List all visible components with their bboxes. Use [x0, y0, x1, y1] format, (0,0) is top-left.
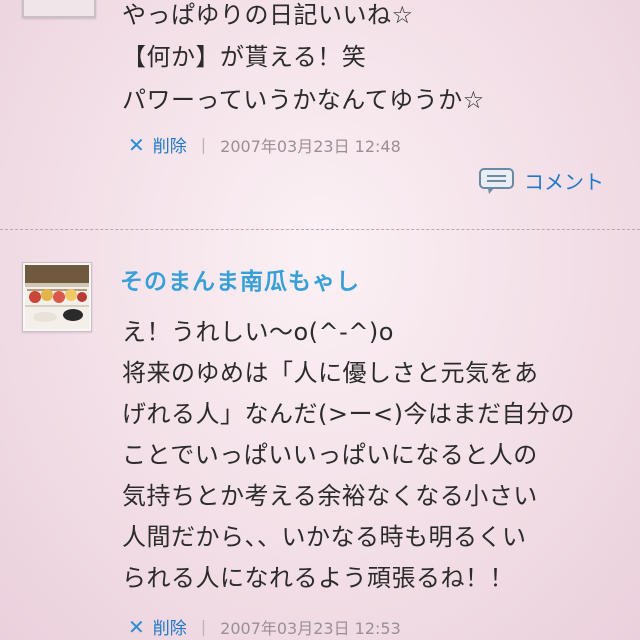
separator: | [200, 135, 207, 154]
avatar[interactable] [22, 262, 92, 332]
comment-1-meta: ✕ 削除 | 2007年03月23日 12:48 [128, 132, 401, 158]
previous-commenter-avatar[interactable] [22, 0, 96, 18]
comment-2-line: ことでいっぱいいっぱいになると人の [122, 441, 538, 469]
comment-date: 2007年03月23日 12:53 [220, 618, 401, 638]
comment-2-line: 気持ちとか考える余裕なくなる小さい [122, 482, 538, 510]
comment-2-line: られる人になれるよう頑張るね！！ [122, 564, 514, 592]
comment-1-line: やっぱゆりの日記いいね☆ [122, 1, 414, 29]
comment-1-line: パワーっていうかなんてゆうか☆ [122, 86, 485, 114]
comment-button[interactable]: コメント [478, 166, 604, 195]
delete-link[interactable]: 削除 [153, 132, 187, 157]
comment-1-line: 【何か】が貰える！笑 [122, 43, 367, 71]
commenter-username[interactable]: そのまんま南瓜もゃし [120, 262, 360, 296]
comment-divider [0, 229, 640, 230]
comment-2-line: 将来のゆめは「人に優しさと元気をあ [122, 359, 539, 387]
delete-x-icon[interactable]: ✕ [128, 617, 145, 637]
comment-button-label[interactable]: コメント [524, 166, 604, 195]
delete-x-icon[interactable]: ✕ [128, 135, 145, 155]
comment-2-line: げれる人」なんだ(>ー<)今はまだ自分の [122, 400, 575, 428]
comment-2-meta: ✕ 削除 | 2007年03月23日 12:53 [128, 614, 401, 640]
comment-date: 2007年03月23日 12:48 [220, 136, 401, 156]
comment-2-line: 人間だから、、いかなる時も明るくい [122, 523, 527, 551]
separator: | [200, 617, 207, 636]
delete-link[interactable]: 削除 [153, 614, 187, 639]
comment-bubble-icon [478, 167, 516, 195]
comment-2-line: え！うれしい〜o(^-^)o [122, 318, 394, 346]
